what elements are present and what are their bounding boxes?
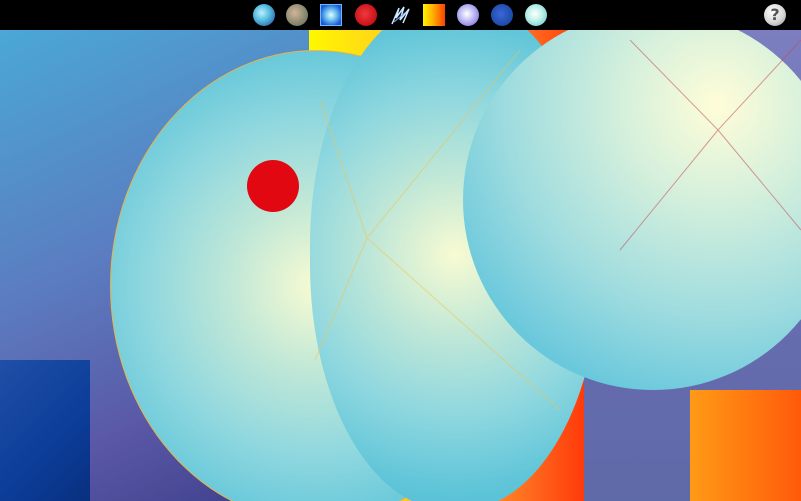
ray-pattern-overlay [314,39,801,411]
red-sphere-icon[interactable] [355,4,377,26]
lavender-sphere-icon[interactable] [457,4,479,26]
mint-sphere-icon[interactable] [525,4,547,26]
red-dot [247,160,299,212]
toolbar: ? [0,0,801,30]
olive-sphere-icon[interactable] [286,4,308,26]
blue-sphere-icon[interactable] [253,4,275,26]
dark-blue-sphere-icon[interactable] [491,4,513,26]
scribble-icon[interactable] [390,4,412,26]
yellow-orange-gradient-icon[interactable] [423,4,445,26]
blue-square-gradient-icon[interactable] [320,4,342,26]
help-button[interactable]: ? [764,4,786,26]
drawing-canvas[interactable] [0,30,801,501]
